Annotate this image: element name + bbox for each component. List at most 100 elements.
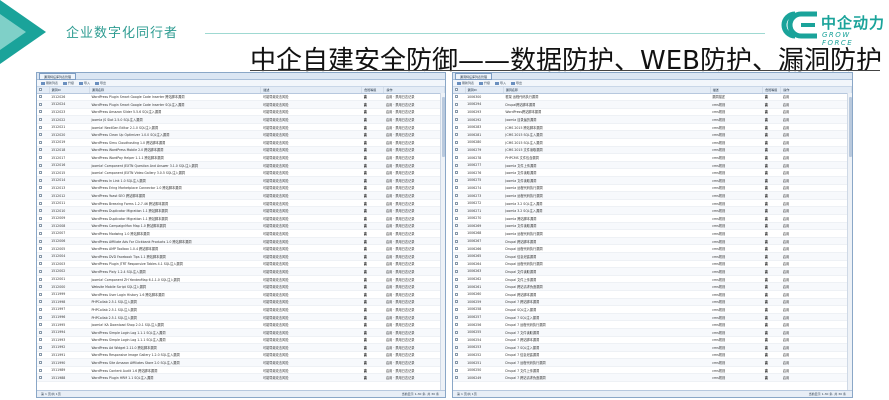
row-checkbox[interactable] (37, 130, 50, 140)
row-checkbox[interactable] (37, 108, 50, 117)
cell-op[interactable]: 启用 (780, 275, 852, 284)
left-upgrade-button[interactable]: 升级 (63, 81, 74, 85)
row-checkbox[interactable] (453, 358, 466, 367)
row-checkbox[interactable] (453, 336, 466, 345)
table-row[interactable]: 1511998 PHPCollab 2.5.1 SQL注入漏洞 可能导致攻击风险高启… (37, 298, 445, 307)
right-page-indicator[interactable]: 第 1 页/共 1页 (457, 391, 477, 397)
left-page-indicator[interactable]: 第 1 页/共 1页 (41, 391, 61, 397)
table-row[interactable]: 1006258 Drupal SQL注入漏洞 cms规则高启用 (453, 305, 852, 314)
row-checkbox[interactable] (453, 138, 466, 147)
cell-op[interactable]: 启用 · 禁用日志记录 (383, 351, 445, 360)
table-row[interactable]: 1006276 Joomla 文件读取漏洞 cms规则高启用 (453, 168, 852, 178)
table-row[interactable]: 1511997 PHPCollab 2.5.1 SQL注入漏洞 可能导致攻击风险高启… (37, 305, 445, 314)
cell-op[interactable]: 启用 · 禁用日志记录 (383, 161, 445, 170)
table-row[interactable]: 1006273 Joomla 远程代码执行漏洞 cms规则高启用 (453, 191, 852, 200)
table-row[interactable]: 1511991 WordPress Responsive Image Galler… (37, 351, 445, 360)
table-row[interactable]: 1006261 Drupal 跨站请求伪造漏洞 cms规则高启用 (453, 282, 852, 291)
cell-op[interactable]: 启用 (780, 191, 852, 200)
cell-op[interactable]: 启用 (780, 130, 852, 140)
cell-op[interactable]: 启用 · 禁用日志记录 (383, 229, 445, 238)
row-checkbox[interactable] (453, 252, 466, 261)
cell-op[interactable]: 启用 (780, 206, 852, 215)
table-row[interactable]: 1006251 Drupal 7 远程代码执行漏洞 cms规则高启用 (453, 358, 852, 367)
row-checkbox[interactable] (453, 115, 466, 124)
row-checkbox[interactable] (37, 214, 50, 223)
row-checkbox[interactable] (453, 305, 466, 314)
cell-op[interactable]: 启用 · 禁用日志记录 (383, 108, 445, 117)
table-row[interactable]: 1006264 Drupal 远程代码执行漏洞 cms规则高启用 (453, 260, 852, 269)
row-checkbox[interactable] (453, 313, 466, 322)
cell-op[interactable]: 启用 · 禁用日志记录 (383, 222, 445, 231)
cell-op[interactable]: 启用 · 禁用日志记录 (383, 290, 445, 299)
cell-op[interactable]: 启用 (780, 222, 852, 231)
table-row[interactable]: 1006266 Drupal 远程代码执行漏洞 cms规则高启用 (453, 244, 852, 253)
row-checkbox[interactable] (37, 229, 50, 238)
table-row[interactable]: 1006293 WordPress跨站脚本漏洞 cms规则高启用 (453, 108, 852, 117)
left-scroll-thumb[interactable] (441, 97, 445, 157)
cell-op[interactable]: 启用 (780, 290, 852, 299)
row-checkbox[interactable] (453, 191, 466, 200)
table-row[interactable]: 1006278 PHPCMS 文件包含漏洞 cms规则高启用 (453, 153, 852, 162)
table-row[interactable]: 1511992 WordPress Ad Widget 2.11.0 跨站脚本漏洞… (37, 343, 445, 352)
cell-op[interactable]: 启用 · 禁用日志记录 (383, 184, 445, 193)
table-row[interactable]: 1006265 Drupal 信息泄露漏洞 cms规则高启用 (453, 252, 852, 261)
cell-op[interactable]: 启用 (780, 252, 852, 261)
row-checkbox[interactable] (37, 184, 50, 193)
row-checkbox[interactable] (37, 191, 50, 200)
cell-op[interactable]: 启用 · 禁用日志记录 (383, 358, 445, 367)
cell-op[interactable]: 启用 (780, 305, 852, 314)
cell-op[interactable]: 启用 · 禁用日志记录 (383, 252, 445, 261)
table-row[interactable]: 1006259 Drupal 7 跨站脚本漏洞 cms规则高启用 (453, 298, 852, 307)
row-checkbox[interactable] (453, 184, 466, 193)
table-row[interactable]: 1512019 WordPress Simu Cloudhosting 1.0 跨… (37, 138, 445, 147)
row-checkbox[interactable] (37, 336, 50, 345)
table-row[interactable]: 1511994 WordPress Simple Login Log 1.1.1 … (37, 328, 445, 337)
cell-op[interactable]: 启用 · 禁用日志记录 (383, 366, 445, 375)
row-checkbox[interactable] (37, 305, 50, 314)
cell-op[interactable]: 启用 · 禁用日志记录 (383, 282, 445, 291)
table-row[interactable]: 1512016 Joomla! Component JEXTN Question … (37, 161, 445, 170)
table-row[interactable]: 1006263 Drupal 文件读取漏洞 cms规则高启用 (453, 267, 852, 276)
cell-op[interactable]: 启用 (780, 260, 852, 269)
left-import-button[interactable]: 导入 (79, 81, 90, 85)
row-checkbox[interactable] (37, 222, 50, 231)
table-row[interactable]: 1512022 Joomla JS Slot 2.5.0 SQL注入漏洞 可能导致攻… (37, 115, 445, 124)
table-row[interactable]: 1006255 Drupal 7 文件读取漏洞 cms规则高启用 (453, 328, 852, 337)
table-row[interactable]: 1006300 框架 远程代码执行漏洞 漏洞描述高启用 (453, 93, 852, 102)
cell-op[interactable]: 启用 · 禁用日志记录 (383, 275, 445, 284)
table-row[interactable]: 1006269 Joomla 文件读取漏洞 cms规则高启用 (453, 222, 852, 231)
table-row[interactable]: 1006292 Joomla 目录遍历漏洞 cms规则高启用 (453, 115, 852, 124)
table-row[interactable]: 1512018 WordPress WordPress Mobile 2.0 跨站… (37, 146, 445, 155)
table-row[interactable]: 1006277 Joomla 文件上传漏洞 cms规则高启用 (453, 161, 852, 170)
table-row[interactable]: 1006249 Drupal 7 跨站请求伪造漏洞 cms规则高启用 (453, 373, 852, 383)
cell-op[interactable]: 启用 (780, 358, 852, 367)
cell-op[interactable]: 启用 (780, 320, 852, 329)
table-row[interactable]: 1006271 Joomla 3.2 SQL注入漏洞 cms规则高启用 (453, 206, 852, 215)
right-scrollbar[interactable] (847, 93, 852, 390)
row-checkbox[interactable] (37, 298, 50, 307)
cell-op[interactable]: 启用 (780, 184, 852, 193)
cell-op[interactable]: 启用 (780, 373, 852, 383)
row-checkbox[interactable] (37, 123, 50, 132)
table-row[interactable]: 1512009 WordPress Duplicator Migration 1.… (37, 214, 445, 223)
cell-op[interactable]: 启用 (780, 351, 852, 360)
table-row[interactable]: 1006294 Drupal跨站脚本漏洞 cms规则高启用 (453, 100, 852, 109)
cell-op[interactable]: 启用 (780, 168, 852, 178)
table-row[interactable]: 1512020 WordPress Clean Up Optimizer 1.0.… (37, 130, 445, 140)
cell-op[interactable]: 启用 · 禁用日志记录 (383, 305, 445, 314)
cell-op[interactable]: 启用 (780, 336, 852, 345)
cell-op[interactable]: 启用 · 禁用日志记录 (383, 237, 445, 246)
table-row[interactable]: 1512005 WordPress AMP Toolbox 1.0.4 跨站脚本漏… (37, 244, 445, 253)
table-row[interactable]: 1511999 WordPress User Login History 1.6 … (37, 290, 445, 299)
row-checkbox[interactable] (453, 176, 466, 185)
cell-op[interactable]: 启用 (780, 298, 852, 307)
cell-op[interactable]: 启用 (780, 108, 852, 117)
cell-op[interactable]: 启用 · 禁用日志记录 (383, 138, 445, 147)
table-row[interactable]: 1006254 Drupal 7 跨站脚本漏洞 cms规则高启用 (453, 336, 852, 345)
row-checkbox[interactable] (453, 199, 466, 208)
table-row[interactable]: 1512023 WordPress Amazon Slider 5.5.6 SQL… (37, 108, 445, 117)
cell-op[interactable]: 启用 · 禁用日志记录 (383, 373, 445, 383)
cell-op[interactable]: 启用 · 禁用日志记录 (383, 93, 445, 102)
cell-op[interactable]: 启用 (780, 244, 852, 253)
table-row[interactable]: 1006270 Joomla 跨站脚本漏洞 cms规则高启用 (453, 214, 852, 223)
